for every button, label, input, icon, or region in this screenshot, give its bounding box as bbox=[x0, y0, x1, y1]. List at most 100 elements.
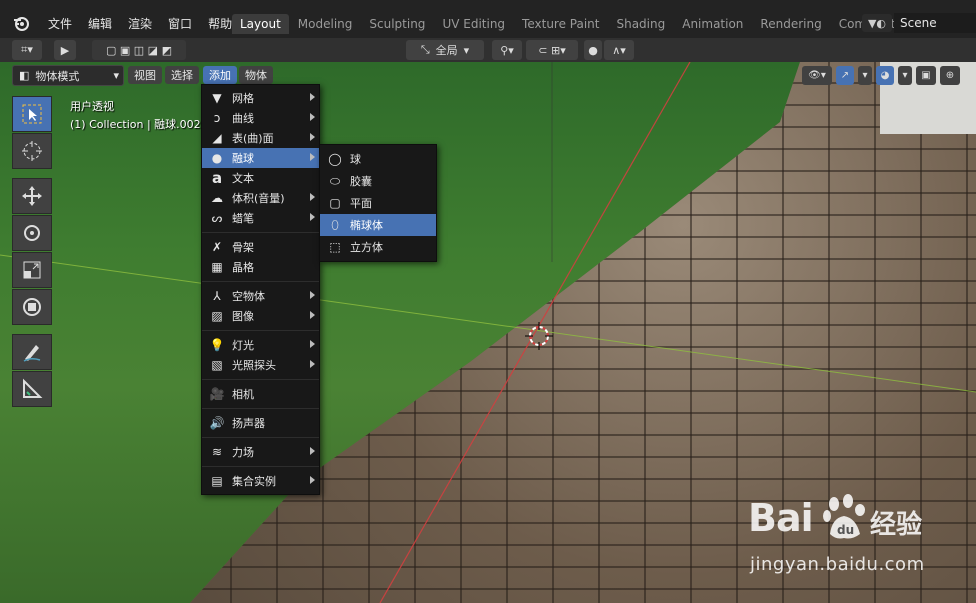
watermark-brand: Bai bbox=[748, 496, 814, 540]
menu-item-label: 扬声器 bbox=[232, 417, 265, 430]
curve-icon: ↄ bbox=[213, 111, 221, 125]
submenu-arrow-icon bbox=[310, 447, 315, 455]
tab-sculpting[interactable]: Sculpting bbox=[361, 14, 433, 34]
menu-item-light-probe[interactable]: ▧ 光照探头 bbox=[202, 355, 319, 375]
submenu-item-capsule[interactable]: ⬭ 胶囊 bbox=[320, 170, 436, 192]
object-menu-button[interactable]: 物体 bbox=[239, 66, 273, 84]
add-menu-dropdown: ▼ 网格 ↄ 曲线 ◢ 表(曲)面 ● 融球 a 文本 ☁ 体积(音量) ᔕ 蜡笔 ✗ 骨架 ▦… bbox=[201, 84, 320, 495]
selection-mode-icons[interactable]: ▢ ▣ ◫ ◪ ◩ bbox=[92, 40, 186, 60]
pivot-point-icon[interactable]: ⚲▾ bbox=[492, 40, 522, 60]
tab-texture-paint[interactable]: Texture Paint bbox=[514, 14, 607, 34]
scale-tool-icon[interactable] bbox=[12, 252, 52, 288]
plane-icon: ▢ bbox=[329, 196, 341, 210]
menu-item-metaball[interactable]: ● 融球 bbox=[202, 148, 319, 168]
watermark-brand2: du bbox=[837, 523, 854, 537]
capsule-icon: ⬭ bbox=[329, 173, 341, 188]
scene-icon[interactable]: ▼◐ bbox=[862, 14, 892, 32]
watermark-service: 经验 bbox=[870, 510, 923, 540]
submenu-item-ball[interactable]: ◯ 球 bbox=[320, 148, 436, 170]
submenu-arrow-icon bbox=[310, 113, 315, 121]
menu-item-label: 平面 bbox=[350, 197, 372, 210]
submenu-arrow-icon bbox=[310, 476, 315, 484]
menu-item-empty[interactable]: ⅄ 空物体 bbox=[202, 286, 319, 306]
ellipsoid-icon: ⬯ bbox=[331, 217, 339, 232]
xray-icon[interactable]: ▣ bbox=[916, 66, 936, 85]
collection-instance-icon: ▤ bbox=[211, 474, 223, 488]
menu-item-label: 骨架 bbox=[232, 241, 254, 254]
menu-item-label: 相机 bbox=[232, 388, 254, 401]
lattice-icon: ▦ bbox=[211, 260, 223, 274]
blender-logo-icon[interactable] bbox=[12, 14, 30, 32]
add-menu-button[interactable]: 添加 bbox=[203, 66, 237, 84]
speaker-icon: 🔊 bbox=[209, 416, 225, 430]
menu-item-collection-instance[interactable]: ▤ 集合实例 bbox=[202, 471, 319, 491]
submenu-item-plane[interactable]: ▢ 平面 bbox=[320, 192, 436, 214]
menu-item-lattice[interactable]: ▦ 晶格 bbox=[202, 257, 319, 277]
menu-item-label: 表(曲)面 bbox=[232, 132, 274, 145]
view-menu-button[interactable]: 视图 bbox=[128, 66, 162, 84]
wireframe-shading-icon[interactable]: ⊕ bbox=[940, 66, 960, 85]
snap-icon[interactable]: ⊂ ⊞▾ bbox=[526, 40, 578, 60]
transform-orientation-dropdown[interactable]: ⤡ 全局 ▾ bbox=[406, 40, 484, 60]
menu-file[interactable]: 文件 bbox=[40, 15, 80, 32]
menu-item-speaker[interactable]: 🔊 扬声器 bbox=[202, 413, 319, 433]
3d-cursor-icon bbox=[525, 322, 553, 350]
menu-item-camera[interactable]: 🎥 相机 bbox=[202, 384, 319, 404]
scene-selector[interactable]: ▼◐ Scene bbox=[862, 12, 976, 34]
visibility-icon[interactable]: 👁▾ bbox=[802, 66, 832, 85]
viewport-right-tools: 👁▾ ↗ ▾ ◕ ▾ ▣ ⊕ bbox=[802, 66, 964, 85]
menu-item-label: 网格 bbox=[232, 92, 254, 105]
menu-window[interactable]: 窗口 bbox=[160, 15, 200, 32]
menu-item-light[interactable]: 💡 灯光 bbox=[202, 335, 319, 355]
tab-layout[interactable]: Layout bbox=[232, 14, 289, 34]
baidu-paw-icon: du bbox=[823, 494, 865, 539]
viewport-info: 用户透视 (1) Collection | 融球.002 bbox=[70, 98, 201, 134]
menu-item-armature[interactable]: ✗ 骨架 bbox=[202, 237, 319, 257]
gizmo-icon[interactable]: ↗ bbox=[836, 66, 854, 85]
tab-modeling[interactable]: Modeling bbox=[290, 14, 361, 34]
annotate-tool-icon[interactable] bbox=[12, 334, 52, 370]
falloff-icon[interactable]: ∧▾ bbox=[604, 40, 634, 60]
chevron-down-icon[interactable]: ▾ bbox=[858, 66, 872, 85]
object-mode-dropdown[interactable]: ◧ 物体模式 ▾ bbox=[12, 65, 124, 86]
menu-separator bbox=[202, 437, 319, 438]
menu-item-label: 力场 bbox=[232, 446, 254, 459]
menu-item-grease-pencil[interactable]: ᔕ 蜡笔 bbox=[202, 208, 319, 228]
menu-item-surface[interactable]: ◢ 表(曲)面 bbox=[202, 128, 319, 148]
menu-item-label: 胶囊 bbox=[350, 175, 372, 188]
transform-tool-icon[interactable] bbox=[12, 289, 52, 325]
grease-pencil-icon: ᔕ bbox=[211, 211, 223, 225]
chevron-down-icon[interactable]: ▾ bbox=[898, 66, 912, 85]
submenu-item-ellipsoid[interactable]: ⬯ 椭球体 bbox=[320, 214, 436, 236]
menu-separator bbox=[202, 379, 319, 380]
measure-tool-icon[interactable] bbox=[12, 371, 52, 407]
move-tool-icon[interactable] bbox=[12, 178, 52, 214]
menu-item-label: 体积(音量) bbox=[232, 192, 285, 205]
menu-item-curve[interactable]: ↄ 曲线 bbox=[202, 108, 319, 128]
menu-item-text[interactable]: a 文本 bbox=[202, 168, 319, 188]
tab-rendering[interactable]: Rendering bbox=[752, 14, 829, 34]
select-tool-icon[interactable]: ▶ bbox=[54, 40, 76, 60]
tab-animation[interactable]: Animation bbox=[674, 14, 751, 34]
transform-pivot-icon[interactable]: ⌗▾ bbox=[12, 40, 42, 60]
scene-name[interactable]: Scene bbox=[894, 13, 976, 33]
submenu-item-cube[interactable]: ⬚ 立方体 bbox=[320, 236, 436, 258]
tab-shading[interactable]: Shading bbox=[608, 14, 673, 34]
submenu-arrow-icon bbox=[310, 340, 315, 348]
tab-uv-editing[interactable]: UV Editing bbox=[434, 14, 513, 34]
menu-edit[interactable]: 编辑 bbox=[80, 15, 120, 32]
submenu-arrow-icon bbox=[310, 213, 315, 221]
chevron-down-icon: ▾ bbox=[463, 43, 470, 57]
menu-item-label: 空物体 bbox=[232, 290, 265, 303]
menu-item-force-field[interactable]: ≋ 力场 bbox=[202, 442, 319, 462]
proportional-edit-icon[interactable]: ● bbox=[584, 40, 602, 60]
menu-item-image[interactable]: ▨ 图像 bbox=[202, 306, 319, 326]
rotate-tool-icon[interactable] bbox=[12, 215, 52, 251]
overlay-icon[interactable]: ◕ bbox=[876, 66, 894, 85]
select-box-icon[interactable] bbox=[12, 96, 52, 132]
menu-item-volume[interactable]: ☁ 体积(音量) bbox=[202, 188, 319, 208]
menu-render[interactable]: 渲染 bbox=[120, 15, 160, 32]
select-menu-button[interactable]: 选择 bbox=[165, 66, 199, 84]
menu-item-mesh[interactable]: ▼ 网格 bbox=[202, 88, 319, 108]
cursor-tool-icon[interactable] bbox=[12, 133, 52, 169]
